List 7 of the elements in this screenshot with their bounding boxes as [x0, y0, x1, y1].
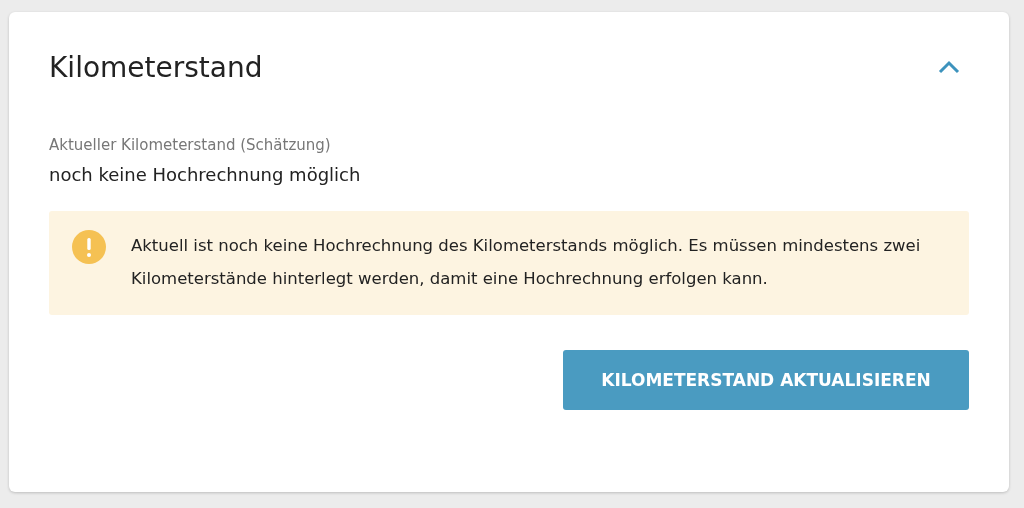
field-label: Aktueller Kilometerstand (Schätzung) [49, 136, 332, 154]
chevron-up-icon[interactable] [938, 60, 960, 74]
warning-icon [72, 230, 106, 264]
panel-title: Kilometerstand [49, 50, 263, 84]
alert-message: Aktuell ist noch keine Hochrechnung des Kilometerstands möglich. Es müssen mindestens zwei Kilometerstände hinterlegt werden, damit eine Hochrechnung erfolgen kann. [131, 235, 922, 290]
field-value: noch keine Hochrechnung möglich [49, 164, 362, 185]
update-button[interactable]: KILOMETERSTAND AKTUALISIEREN [563, 350, 969, 410]
